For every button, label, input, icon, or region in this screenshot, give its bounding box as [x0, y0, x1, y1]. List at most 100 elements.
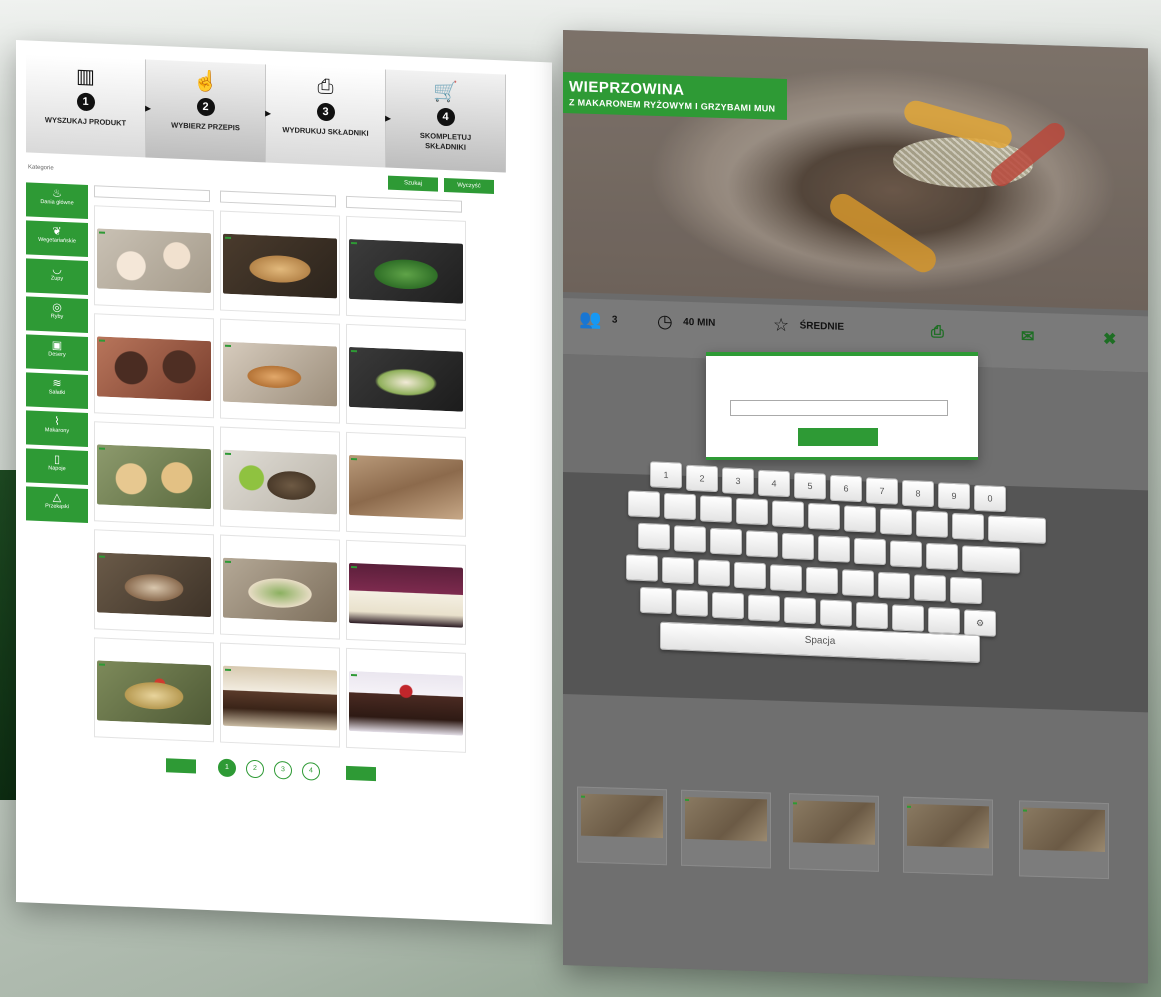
- recipe-card[interactable]: [220, 318, 340, 424]
- key[interactable]: [878, 571, 910, 600]
- search-input[interactable]: [94, 185, 210, 203]
- key[interactable]: [890, 540, 922, 568]
- similar-recipe-card[interactable]: [789, 793, 879, 872]
- sidebar-item[interactable]: ◡ Zupy: [26, 258, 88, 296]
- key[interactable]: [676, 589, 708, 617]
- recipe-card[interactable]: [220, 534, 340, 640]
- key[interactable]: 9: [938, 482, 970, 510]
- recipe-card[interactable]: [94, 529, 214, 635]
- recipe-card[interactable]: [346, 323, 466, 429]
- key[interactable]: [662, 556, 694, 585]
- key[interactable]: [712, 591, 744, 620]
- sidebar-item[interactable]: ❦ Wegetariańskie: [26, 220, 88, 258]
- backspace-key[interactable]: [988, 515, 1046, 544]
- key[interactable]: [820, 599, 852, 627]
- key[interactable]: 5: [794, 472, 826, 500]
- step-3[interactable]: ⎙ 3 Wydrukuj składniki ►: [266, 64, 393, 168]
- key[interactable]: [640, 586, 672, 615]
- recipe-card[interactable]: [346, 539, 466, 645]
- key[interactable]: 2: [686, 464, 718, 493]
- recipe-card[interactable]: [94, 205, 214, 311]
- key[interactable]: 1: [650, 461, 682, 489]
- settings-key[interactable]: ⚙: [964, 609, 996, 637]
- search-button[interactable]: Szukaj: [388, 175, 438, 192]
- page-button[interactable]: 3: [274, 760, 292, 780]
- key[interactable]: [856, 601, 888, 630]
- key[interactable]: [844, 505, 876, 533]
- step-1[interactable]: ▥ 1 Wyszukaj produkt ►: [26, 54, 153, 158]
- key[interactable]: [710, 527, 742, 556]
- key[interactable]: [748, 594, 780, 622]
- key[interactable]: [626, 554, 658, 582]
- page-button[interactable]: 4: [302, 761, 320, 781]
- email-button[interactable]: ✉: [1021, 326, 1034, 348]
- email-field[interactable]: [730, 400, 948, 416]
- key[interactable]: [746, 530, 778, 558]
- key[interactable]: [698, 559, 730, 587]
- key[interactable]: [736, 497, 768, 526]
- key[interactable]: [928, 606, 960, 635]
- key[interactable]: 4: [758, 469, 790, 498]
- print-button[interactable]: ⎙: [931, 324, 944, 344]
- key[interactable]: [842, 569, 874, 597]
- enter-key[interactable]: [962, 545, 1020, 574]
- sidebar-item[interactable]: ♨ Dania główne: [26, 182, 88, 220]
- search-input[interactable]: [346, 195, 462, 213]
- recipe-card[interactable]: [220, 642, 340, 748]
- recipe-card[interactable]: [94, 313, 214, 419]
- key[interactable]: [700, 495, 732, 523]
- key[interactable]: [674, 525, 706, 553]
- key[interactable]: [880, 507, 912, 536]
- key[interactable]: 7: [866, 477, 898, 505]
- key[interactable]: 8: [902, 479, 934, 508]
- key[interactable]: [914, 574, 946, 602]
- similar-recipe-card[interactable]: [577, 786, 667, 866]
- key[interactable]: 0: [974, 484, 1006, 513]
- key[interactable]: 3: [722, 467, 754, 495]
- key[interactable]: [892, 604, 924, 632]
- sidebar-item[interactable]: ▯ Napoje: [26, 448, 88, 486]
- key[interactable]: [916, 510, 948, 538]
- key[interactable]: 6: [830, 474, 862, 503]
- key[interactable]: [784, 596, 816, 625]
- recipe-card[interactable]: [94, 637, 214, 743]
- send-button[interactable]: [798, 428, 878, 446]
- key[interactable]: [808, 502, 840, 531]
- recipe-card[interactable]: [220, 426, 340, 532]
- sidebar-item[interactable]: ◎ Ryby: [26, 296, 88, 334]
- key[interactable]: [952, 512, 984, 541]
- key[interactable]: [926, 542, 958, 571]
- similar-recipe-card[interactable]: [903, 796, 993, 876]
- key[interactable]: [628, 490, 660, 518]
- similar-recipe-card[interactable]: [1019, 800, 1109, 880]
- close-button[interactable]: ✖: [1103, 329, 1116, 351]
- key[interactable]: [854, 537, 886, 566]
- recipe-card[interactable]: [346, 215, 466, 321]
- recipe-card[interactable]: [94, 421, 214, 527]
- search-input[interactable]: [220, 190, 336, 208]
- sidebar-item[interactable]: △ Przekąski: [26, 486, 88, 524]
- key[interactable]: [734, 561, 766, 590]
- clear-button[interactable]: Wyczyść: [444, 177, 494, 195]
- recipe-card[interactable]: [220, 210, 340, 316]
- key[interactable]: [770, 564, 802, 592]
- sidebar-item[interactable]: ▣ Desery: [26, 334, 88, 372]
- recipe-card[interactable]: [346, 431, 466, 537]
- page-button[interactable]: 2: [246, 759, 264, 779]
- next-page-button[interactable]: [346, 765, 376, 782]
- sidebar-item[interactable]: ⌇ Makarony: [26, 410, 88, 448]
- sidebar-item[interactable]: ≋ Sałatki: [26, 372, 88, 410]
- step-2[interactable]: ☝ 2 Wybierz przepis ►: [146, 59, 273, 163]
- prev-page-button[interactable]: [166, 758, 196, 774]
- key[interactable]: [806, 566, 838, 595]
- key[interactable]: [818, 535, 850, 563]
- step-4[interactable]: 🛒 4 Skompletuj składniki: [386, 69, 506, 173]
- key[interactable]: [664, 492, 696, 521]
- key[interactable]: [782, 532, 814, 561]
- similar-recipe-card[interactable]: [681, 789, 771, 869]
- key[interactable]: [950, 576, 982, 605]
- key[interactable]: [772, 500, 804, 528]
- key[interactable]: [638, 522, 670, 551]
- page-button[interactable]: 1: [218, 758, 236, 778]
- recipe-card[interactable]: [346, 647, 466, 753]
